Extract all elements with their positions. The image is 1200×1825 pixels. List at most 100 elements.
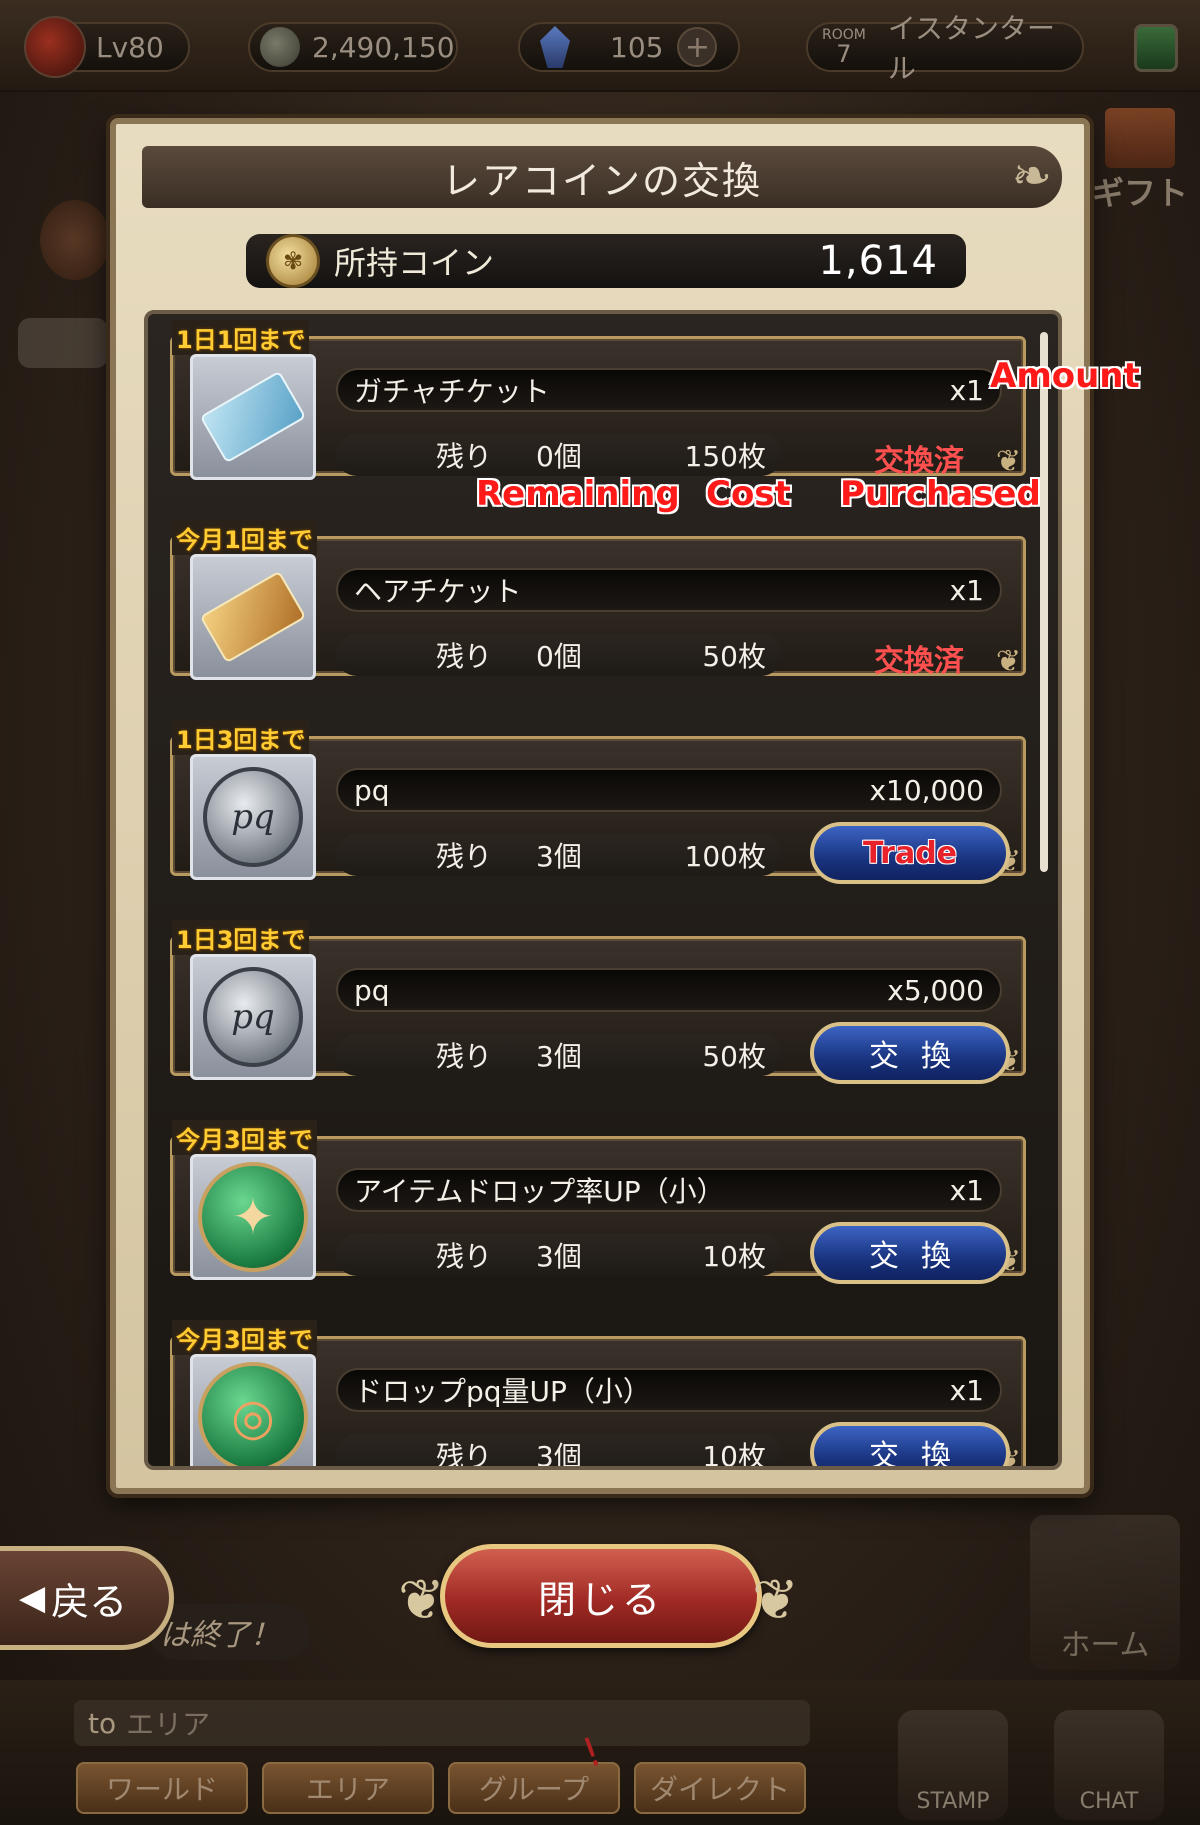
home-button[interactable]: ホーム <box>1030 1515 1180 1670</box>
purchase-limit: 今月1回まで <box>172 520 317 555</box>
owned-coins-bar: 所持コイン 1,614 <box>246 234 966 288</box>
exchange-item-card: 1日1回まで ガチャチケット x1 残り 0個 150枚 交換済 <box>170 320 1026 480</box>
item-stats: 残り 0個 50枚 <box>336 634 782 676</box>
avatar-hat-icon <box>24 16 86 78</box>
annotation-purchased: Purchased <box>840 474 1041 514</box>
item-name: ドロップpq量UP（小） <box>354 1375 651 1408</box>
item-name-bar: ヘアチケット x1 <box>336 568 1002 612</box>
item-name: ガチャチケット <box>354 375 550 408</box>
exchange-button[interactable]: 交換 <box>810 1022 1010 1084</box>
back-arrow-icon: ◀ <box>19 1578 46 1618</box>
level-text: Lv80 <box>96 30 164 64</box>
rare-coin-exchange-modal: レアコインの交換 ❧ 所持コイン 1,614 1日1回まで ガチャチケット x1… <box>110 118 1090 1494</box>
remaining-count: 0個 <box>536 440 582 473</box>
tab-area[interactable]: エリア <box>262 1762 434 1814</box>
status-bar: Lv80 2,490,150 105 + ROOM 7 イスタンタール <box>0 0 1200 92</box>
tip-bubble: は終了！ <box>150 1604 310 1660</box>
modal-title-text: レアコインの交換 <box>441 158 762 203</box>
coin-cost: 100枚 <box>684 840 766 873</box>
tab-world[interactable]: ワールド <box>76 1762 248 1814</box>
gem-icon <box>540 26 570 68</box>
item-name-bar: アイテムドロップ率UP（小） x1 <box>336 1168 1002 1212</box>
rare-coin-icon <box>266 234 320 288</box>
coin-cost: 150枚 <box>684 440 766 473</box>
location-name: イスタンタール <box>887 12 1056 85</box>
purchased-label: 交換済 <box>874 644 964 679</box>
owned-coins-label: 所持コイン <box>334 244 495 282</box>
remaining-label: 残り <box>436 1440 493 1470</box>
item-quantity: x1 <box>949 1373 984 1407</box>
battery-icon <box>1134 24 1178 72</box>
character-avatar <box>40 200 110 280</box>
item-stats: 残り 0個 150枚 <box>336 434 782 476</box>
trade-button[interactable]: Trade <box>810 822 1010 884</box>
add-gems-button[interactable]: + <box>677 27 718 67</box>
chat-to-label: to <box>88 1706 117 1740</box>
purchase-limit: 今月3回まで <box>172 1320 317 1355</box>
coin-cost: 10枚 <box>702 1240 766 1273</box>
remaining-count: 3個 <box>536 1440 582 1470</box>
exchange-item-card: 今月1回まで ヘアチケット x1 残り 0個 50枚 交換済 <box>170 520 1026 680</box>
side-control <box>18 318 108 368</box>
chat-input[interactable]: to エリア <box>74 1700 810 1746</box>
item-name-bar: ガチャチケット x1 <box>336 368 1002 412</box>
remaining-count: 3個 <box>536 1040 582 1073</box>
close-button[interactable]: 閉じる <box>440 1544 762 1648</box>
gold-value: 2,490,150 <box>312 30 455 64</box>
purchase-limit: 1日3回まで <box>172 920 310 955</box>
remaining-count: 3個 <box>536 1240 582 1273</box>
item-stats: 残り 3個 10枚 <box>336 1234 782 1276</box>
home-label: ホーム <box>1060 1628 1150 1663</box>
annotation-remaining: Remaining <box>476 474 680 514</box>
item-quantity: x1 <box>949 573 984 607</box>
remaining-label: 残り <box>436 1240 493 1273</box>
annotation-cost: Cost <box>706 474 791 514</box>
remaining-label: 残り <box>436 640 493 673</box>
drop-pq-up-icon: ◎ <box>190 1354 316 1466</box>
stamp-button[interactable]: STAMP <box>898 1710 1008 1820</box>
exchange-item-card: 今月3回まで ✦ アイテムドロップ率UP（小） x1 残り 3個 10枚 交換 <box>170 1120 1026 1284</box>
modal-title: レアコインの交換 ❧ <box>142 146 1062 208</box>
gift-icon <box>1105 108 1175 168</box>
exchange-button[interactable]: 交換 <box>810 1222 1010 1284</box>
ornament-left-icon: ❦ <box>398 1568 445 1633</box>
remaining-label: 残り <box>436 1040 493 1073</box>
item-name: pq <box>354 773 390 807</box>
gacha-ticket-icon <box>190 354 316 480</box>
scrollbar[interactable] <box>1040 332 1048 872</box>
room-indicator[interactable]: ROOM 7 イスタンタール <box>806 12 1084 85</box>
owned-coins-value: 1,614 <box>818 238 938 284</box>
gold-coin-icon <box>260 27 300 67</box>
feather-icon: ❧ <box>1011 148 1054 204</box>
remaining-count: 3個 <box>536 840 582 873</box>
coin-cost: 50枚 <box>702 1040 766 1073</box>
coin-cost: 10枚 <box>702 1440 766 1470</box>
back-button[interactable]: ◀ 戻る <box>0 1546 174 1650</box>
item-stats: 残り 3個 100枚 <box>336 834 782 876</box>
item-name-bar: pq x10,000 <box>336 768 1002 812</box>
chat-target: エリア <box>126 1708 211 1741</box>
chat-bar: to エリア ワールド エリア グループ ダイレクト ! STAMP CHAT <box>0 1680 1200 1825</box>
pq-coin-icon: pq <box>190 754 316 880</box>
item-quantity: x1 <box>949 1173 984 1207</box>
item-name-bar: ドロップpq量UP（小） x1 <box>336 1368 1002 1412</box>
purchase-limit: 1日1回まで <box>172 320 310 355</box>
tab-direct[interactable]: ダイレクト <box>634 1762 806 1814</box>
item-name: アイテムドロップ率UP（小） <box>354 1175 725 1208</box>
item-name: ヘアチケット <box>354 575 522 608</box>
item-drop-up-icon: ✦ <box>190 1154 316 1280</box>
back-label: 戻る <box>51 1579 128 1624</box>
coin-cost: 50枚 <box>702 640 766 673</box>
chat-button[interactable]: CHAT <box>1054 1710 1164 1820</box>
gift-button[interactable]: ギフト <box>1090 108 1190 218</box>
remaining-label: 残り <box>436 440 493 473</box>
player-level[interactable]: Lv80 <box>24 16 190 78</box>
chat-tabs: ワールド エリア グループ ダイレクト <box>76 1762 816 1818</box>
annotation-amount: Amount <box>990 356 1140 396</box>
item-quantity: x5,000 <box>887 973 984 1007</box>
room-number-block: ROOM 7 <box>822 28 866 66</box>
exchange-button[interactable]: 交換 <box>810 1422 1010 1466</box>
room-number: 7 <box>836 40 852 68</box>
exchange-item-card: 1日3回まで pq pq x5,000 残り 3個 50枚 交換 <box>170 920 1026 1084</box>
item-name-bar: pq x5,000 <box>336 968 1002 1012</box>
